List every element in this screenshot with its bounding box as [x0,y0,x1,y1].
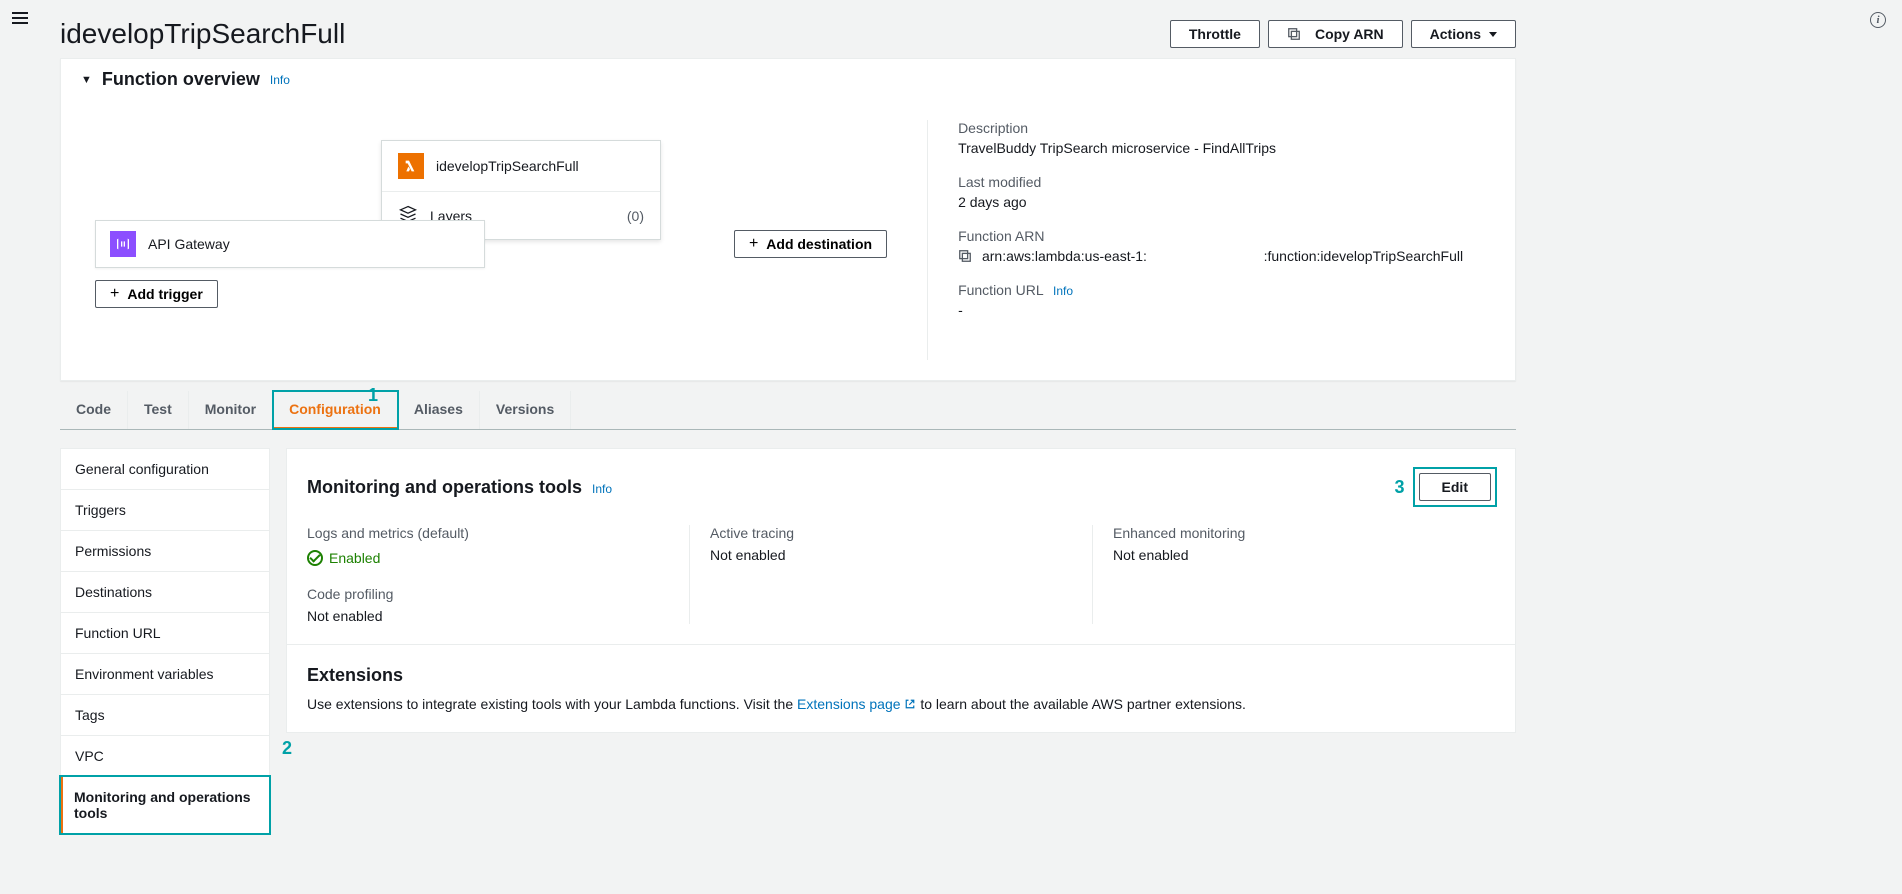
sidebar-item-monitoring[interactable]: Monitoring and operations tools [60,776,270,834]
modified-label: Last modified [958,174,1495,190]
sidebar-item-env-vars[interactable]: Environment variables [60,653,270,695]
tracing-value: Not enabled [710,547,1072,563]
tab-code[interactable]: Code [60,391,128,429]
tab-monitor[interactable]: Monitor [189,391,273,429]
plus-icon: + [110,286,119,302]
description-label: Description [958,120,1495,136]
url-label-row: Function URL Info [958,282,1495,298]
info-link[interactable]: Info [1053,284,1073,298]
arn-label: Function ARN [958,228,1495,244]
extensions-title: Extensions [307,665,1495,686]
arn-text: arn:aws:lambda:us-east-1: :function:idev… [982,248,1463,264]
sidebar-item-permissions[interactable]: Permissions [60,530,270,572]
overview-title: Function overview [102,69,260,90]
external-link-icon [904,698,916,710]
annotation-3: 3 [1395,477,1405,498]
logs-value: Enabled [307,550,380,566]
tracing-label: Active tracing [710,525,1072,541]
add-trigger-label: Add trigger [127,286,202,302]
check-icon [307,550,323,566]
copy-arn-button[interactable]: Copy ARN [1268,20,1403,48]
function-overview-header[interactable]: ▼ Function overview Info [61,59,1515,100]
monitoring-title: Monitoring and operations tools [307,477,582,498]
plus-icon: + [749,236,758,252]
sidebar-item-tags[interactable]: Tags [60,694,270,736]
tab-aliases[interactable]: Aliases [398,391,480,429]
add-destination-label: Add destination [766,236,872,252]
architecture-diagram: idevelopTripSearchFull Layers (0) API G [81,120,907,360]
info-icon[interactable]: i [1870,12,1886,28]
sidebar-item-vpc[interactable]: VPC [60,735,270,777]
copy-arn-label: Copy ARN [1315,26,1384,42]
ext-text-b: to learn about the available AWS partner… [920,696,1246,712]
tab-configuration[interactable]: Configuration [273,391,398,429]
enhanced-label: Enhanced monitoring [1113,525,1475,541]
copy-icon [1287,27,1301,41]
caret-down-icon: ▼ [81,74,92,86]
page-title: idevelopTripSearchFull [60,18,345,50]
profiling-label: Code profiling [307,586,669,602]
tabs: Code Test Monitor Configuration Aliases … [60,391,1516,430]
chevron-down-icon [1489,32,1497,37]
logs-label: Logs and metrics (default) [307,525,669,541]
extensions-text: Use extensions to integrate existing too… [307,696,1495,712]
throttle-button[interactable]: Throttle [1170,20,1260,48]
url-label: Function URL [958,282,1043,298]
actions-label: Actions [1430,26,1481,42]
function-name: idevelopTripSearchFull [436,158,579,174]
actions-button[interactable]: Actions [1411,20,1516,48]
description-value: TravelBuddy TripSearch microservice - Fi… [958,140,1495,156]
sidebar-item-triggers[interactable]: Triggers [60,489,270,531]
edit-button[interactable]: Edit [1419,473,1491,501]
info-link[interactable]: Info [270,73,290,87]
copy-icon[interactable] [958,249,972,263]
arn-value: arn:aws:lambda:us-east-1: :function:idev… [958,248,1495,264]
trigger-node[interactable]: API Gateway [95,220,485,268]
sidebar-item-destinations[interactable]: Destinations [60,571,270,613]
info-link[interactable]: Info [592,482,612,496]
add-trigger-button[interactable]: + Add trigger [95,280,218,308]
tab-versions[interactable]: Versions [480,391,571,429]
layers-count: (0) [627,208,644,224]
sidebar-item-function-url[interactable]: Function URL [60,612,270,654]
config-sidebar: General configuration Triggers Permissio… [60,448,270,833]
tab-test[interactable]: Test [128,391,189,429]
extensions-link[interactable]: Extensions page [797,696,920,712]
lambda-icon [398,153,424,179]
modified-value: 2 days ago [958,194,1495,210]
enhanced-value: Not enabled [1113,547,1475,563]
enabled-text: Enabled [329,550,380,566]
trigger-name: API Gateway [148,236,230,252]
add-destination-button[interactable]: + Add destination [734,230,887,258]
ext-text-a: Use extensions to integrate existing too… [307,696,797,712]
profiling-value: Not enabled [307,608,669,624]
annotation-2: 2 [282,738,292,759]
api-gateway-icon [110,231,136,257]
sidebar-item-general[interactable]: General configuration [60,448,270,490]
url-value: - [958,302,1495,318]
ext-link-label: Extensions page [797,696,901,712]
